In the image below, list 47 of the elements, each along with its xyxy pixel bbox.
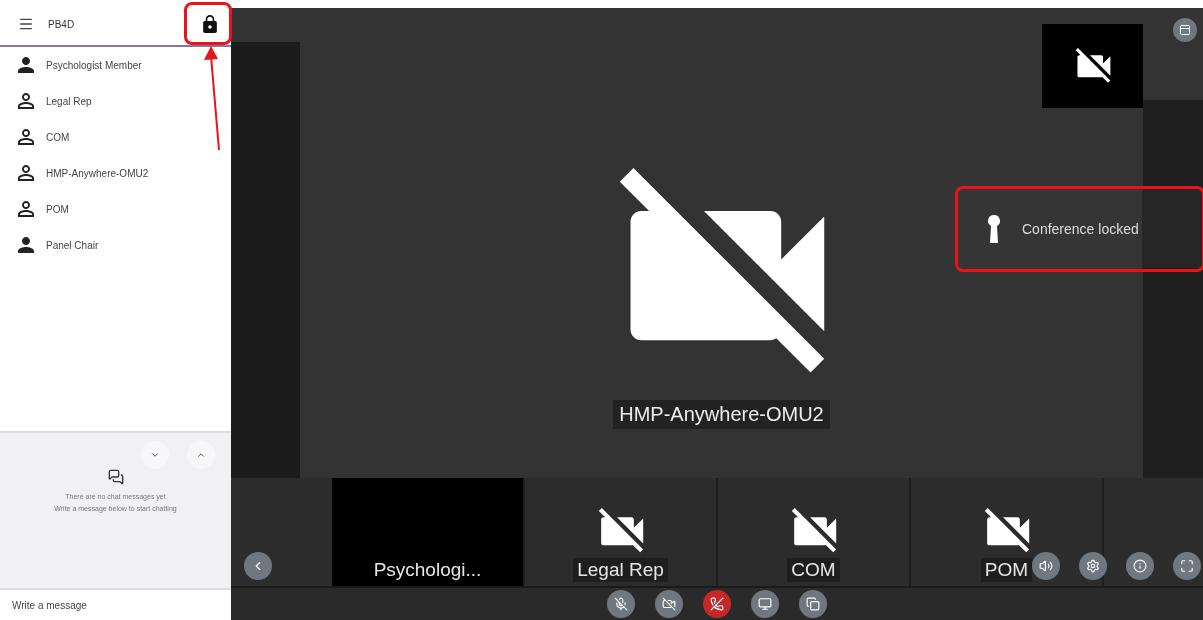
chevron-up-icon	[196, 450, 206, 460]
speaker-name: HMP-Anywhere-OMU2	[613, 400, 830, 429]
tile-name: Legal Rep	[573, 558, 668, 582]
person-icon	[18, 165, 34, 181]
mic-off-button[interactable]	[607, 590, 635, 618]
chevron-down-icon	[150, 450, 160, 460]
phone-off-icon	[710, 597, 724, 611]
participant-name: Legal Rep	[46, 95, 92, 107]
lock-icon[interactable]	[203, 15, 217, 33]
person-icon	[18, 201, 34, 217]
share-screen-button[interactable]	[751, 590, 779, 618]
keyhole-icon	[988, 215, 1000, 243]
camera-off-icon	[597, 508, 644, 554]
video-off-button[interactable]	[655, 590, 683, 618]
panel-button[interactable]	[1173, 18, 1197, 42]
participant-name: HMP-Anywhere-OMU2	[46, 167, 149, 179]
volume-icon	[1039, 559, 1053, 573]
participant-name: POM	[46, 203, 69, 215]
participant-tile[interactable]: Psychologi...	[332, 478, 525, 586]
camera-off-icon	[983, 508, 1030, 554]
menu-icon[interactable]	[18, 16, 34, 32]
hang-up-button[interactable]	[703, 590, 731, 618]
conference-name: PB4D	[48, 18, 76, 30]
tile-name: Psychologi...	[372, 558, 483, 582]
chat-icon	[107, 469, 124, 485]
person-icon	[18, 129, 34, 145]
person-icon	[18, 57, 34, 73]
info-icon	[1133, 559, 1147, 573]
fullscreen-icon	[1180, 559, 1194, 573]
panel-icon	[1179, 24, 1191, 36]
camera-off-icon	[790, 508, 837, 554]
settings-icon	[1086, 559, 1100, 573]
copy-icon	[806, 597, 820, 611]
mic-off-icon	[614, 597, 628, 611]
person-icon	[18, 237, 34, 253]
participant-name: Panel Chair	[46, 239, 99, 251]
tile-name: COM	[787, 558, 840, 582]
monitor-icon	[758, 597, 772, 611]
participant-name: Psychologist Member	[46, 59, 142, 71]
video-off-icon	[662, 597, 676, 611]
camera-off-icon	[1074, 48, 1111, 84]
highlight-frame	[184, 2, 232, 45]
layout-button[interactable]	[799, 590, 827, 618]
participant-name: COM	[46, 131, 70, 143]
person-icon	[18, 93, 34, 109]
toast-text: Conference locked	[1022, 221, 1139, 237]
tile-name: POM	[980, 558, 1033, 582]
